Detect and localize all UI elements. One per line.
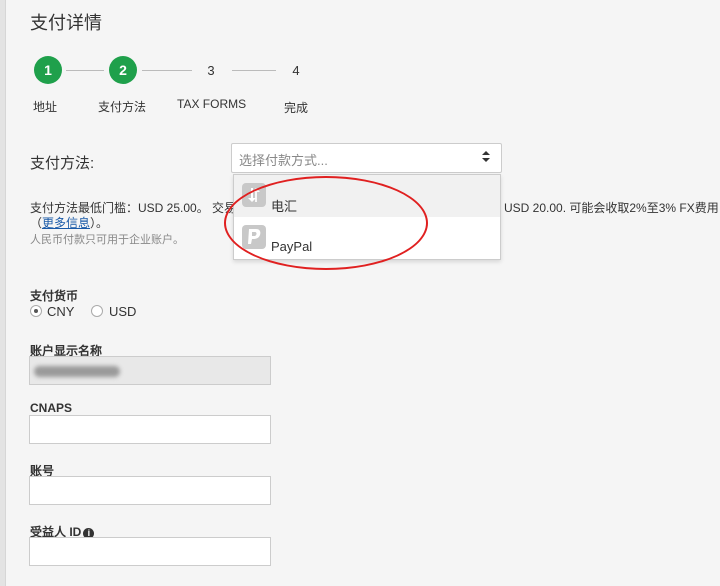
currency-label: 支付货币 [30, 289, 79, 303]
fee-info: USD 20.00. 可能会收取2%至3% FX费用 [504, 201, 719, 215]
radio-usd[interactable] [91, 305, 103, 317]
step-4-number[interactable]: 4 [286, 63, 306, 78]
left-border [0, 0, 6, 586]
step-4-label: 完成 [284, 101, 309, 115]
radio-usd-label: USD [109, 304, 137, 319]
dropdown-option-label: 电汇 [271, 199, 298, 214]
dropdown-option-label: PayPal [271, 239, 313, 254]
step-3-label: TAX FORMS [177, 97, 247, 111]
cny-note: 人民币付款只可用于企业账户。 [30, 234, 184, 246]
step-2-circle[interactable]: 2 [109, 56, 137, 84]
more-info-link[interactable]: 更多信息 [42, 216, 90, 230]
payment-method-dropdown: 电汇 PayPal [233, 174, 501, 260]
step-2-label: 支付方法 [98, 100, 147, 114]
radio-cny-label: CNY [47, 304, 75, 319]
select-arrows-icon [481, 150, 491, 164]
step-connector [66, 70, 104, 71]
payment-details-page: 支付详情 1 2 3 4 地址 支付方法 TAX FORMS 完成 支付方法: … [0, 0, 720, 586]
cnaps-label: CNAPS [30, 401, 73, 415]
payment-method-select[interactable]: 选择付款方式... [231, 143, 502, 173]
wire-transfer-icon [242, 183, 266, 207]
step-1-label: 地址 [33, 100, 58, 114]
radio-cny[interactable] [30, 305, 42, 317]
step-connector [232, 70, 276, 71]
beneficiary-id-field[interactable] [29, 537, 271, 566]
dropdown-option-paypal[interactable]: PayPal [234, 217, 500, 259]
cnaps-field[interactable] [29, 415, 271, 444]
dropdown-option-wire[interactable]: 电汇 [234, 175, 500, 217]
account-number-field[interactable] [29, 476, 271, 505]
payment-method-label: 支付方法: [30, 155, 95, 172]
step-connector [142, 70, 192, 71]
more-info-line: （更多信息）。 [30, 216, 109, 230]
display-name-field [29, 356, 271, 385]
paypal-icon [242, 225, 266, 249]
select-placeholder: 选择付款方式... [239, 153, 328, 168]
redacted-value [34, 366, 120, 377]
step-1-circle[interactable]: 1 [34, 56, 62, 84]
page-title: 支付详情 [30, 13, 102, 33]
step-3-number[interactable]: 3 [201, 63, 221, 78]
